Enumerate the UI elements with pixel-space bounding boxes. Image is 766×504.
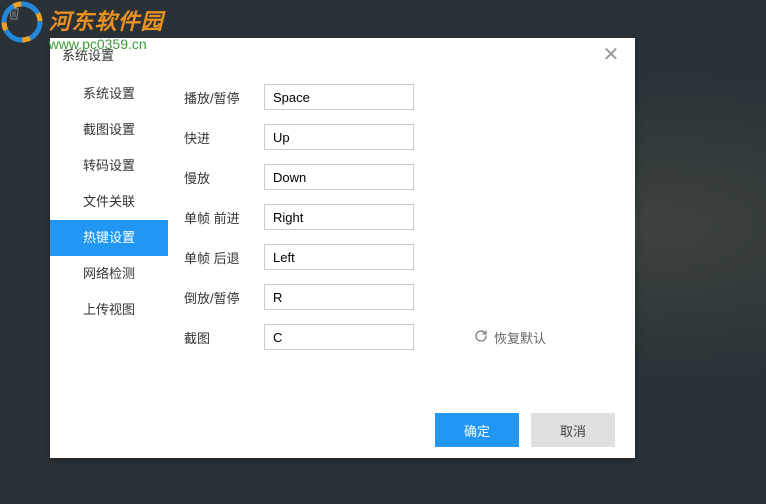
hotkey-label: 单帧 后退 xyxy=(184,248,264,267)
hotkey-input-slow[interactable] xyxy=(264,164,414,190)
hotkey-input-fast-forward[interactable] xyxy=(264,124,414,150)
hotkey-settings-panel: 播放/暂停 快进 慢放 单帧 前进 单帧 后退 倒放/暂停 xyxy=(168,72,635,402)
sidebar-item-label: 热键设置 xyxy=(83,230,135,245)
hotkey-label: 倒放/暂停 xyxy=(184,288,264,307)
hotkey-label: 截图 xyxy=(184,328,264,347)
refresh-icon xyxy=(474,329,488,346)
hotkey-input-reverse-pause[interactable] xyxy=(264,284,414,310)
hotkey-row-frame-back: 单帧 后退 xyxy=(184,244,615,270)
sidebar-item-upload[interactable]: 上传视图 xyxy=(50,292,168,328)
hotkey-label: 慢放 xyxy=(184,168,264,187)
hotkey-row-fast-forward: 快进 xyxy=(184,124,615,150)
hotkey-input-screenshot[interactable] xyxy=(264,324,414,350)
hotkey-label: 快进 xyxy=(184,128,264,147)
sidebar-item-label: 上传视图 xyxy=(83,302,135,317)
dialog-body: 系统设置 截图设置 转码设置 文件关联 热键设置 网络检测 上传视图 播放/暂停… xyxy=(50,72,635,402)
sidebar-item-system[interactable]: 系统设置 xyxy=(50,76,168,112)
dialog-title: 系统设置 xyxy=(62,45,114,64)
close-icon: ✕ xyxy=(603,42,620,67)
ok-button[interactable]: 确定 xyxy=(435,413,519,447)
sidebar-item-screenshot[interactable]: 截图设置 xyxy=(50,112,168,148)
close-button[interactable]: ✕ xyxy=(599,43,623,67)
restore-default-label: 恢复默认 xyxy=(494,328,546,347)
cancel-button[interactable]: 取消 xyxy=(531,413,615,447)
sidebar-item-label: 转码设置 xyxy=(83,158,135,173)
hotkey-row-frame-forward: 单帧 前进 xyxy=(184,204,615,230)
hotkey-label: 单帧 前进 xyxy=(184,208,264,227)
settings-dialog: 系统设置 ✕ 系统设置 截图设置 转码设置 文件关联 热键设置 网络检测 上传视… xyxy=(50,38,635,458)
hotkey-row-slow: 慢放 xyxy=(184,164,615,190)
hotkey-row-reverse-pause: 倒放/暂停 xyxy=(184,284,615,310)
sidebar-item-label: 网络检测 xyxy=(83,266,135,281)
dialog-footer: 确定 取消 xyxy=(50,402,635,458)
hotkey-input-frame-back[interactable] xyxy=(264,244,414,270)
sidebar-item-file-assoc[interactable]: 文件关联 xyxy=(50,184,168,220)
hotkey-label: 播放/暂停 xyxy=(184,88,264,107)
hotkey-row-screenshot: 截图 恢复默认 xyxy=(184,324,615,350)
sidebar-item-label: 截图设置 xyxy=(83,122,135,137)
restore-default-button[interactable]: 恢复默认 xyxy=(474,328,546,347)
hotkey-input-frame-forward[interactable] xyxy=(264,204,414,230)
sidebar-item-hotkey[interactable]: 热键设置 xyxy=(50,220,168,256)
hotkey-row-play-pause: 播放/暂停 xyxy=(184,84,615,110)
sidebar-item-network[interactable]: 网络检测 xyxy=(50,256,168,292)
trash-icon[interactable] xyxy=(8,6,20,23)
hotkey-input-play-pause[interactable] xyxy=(264,84,414,110)
dialog-header: 系统设置 ✕ xyxy=(50,38,635,72)
sidebar-item-label: 系统设置 xyxy=(83,86,135,101)
settings-sidebar: 系统设置 截图设置 转码设置 文件关联 热键设置 网络检测 上传视图 xyxy=(50,72,168,402)
ok-label: 确定 xyxy=(464,424,490,439)
cancel-label: 取消 xyxy=(560,424,586,439)
sidebar-item-transcode[interactable]: 转码设置 xyxy=(50,148,168,184)
sidebar-item-label: 文件关联 xyxy=(83,194,135,209)
